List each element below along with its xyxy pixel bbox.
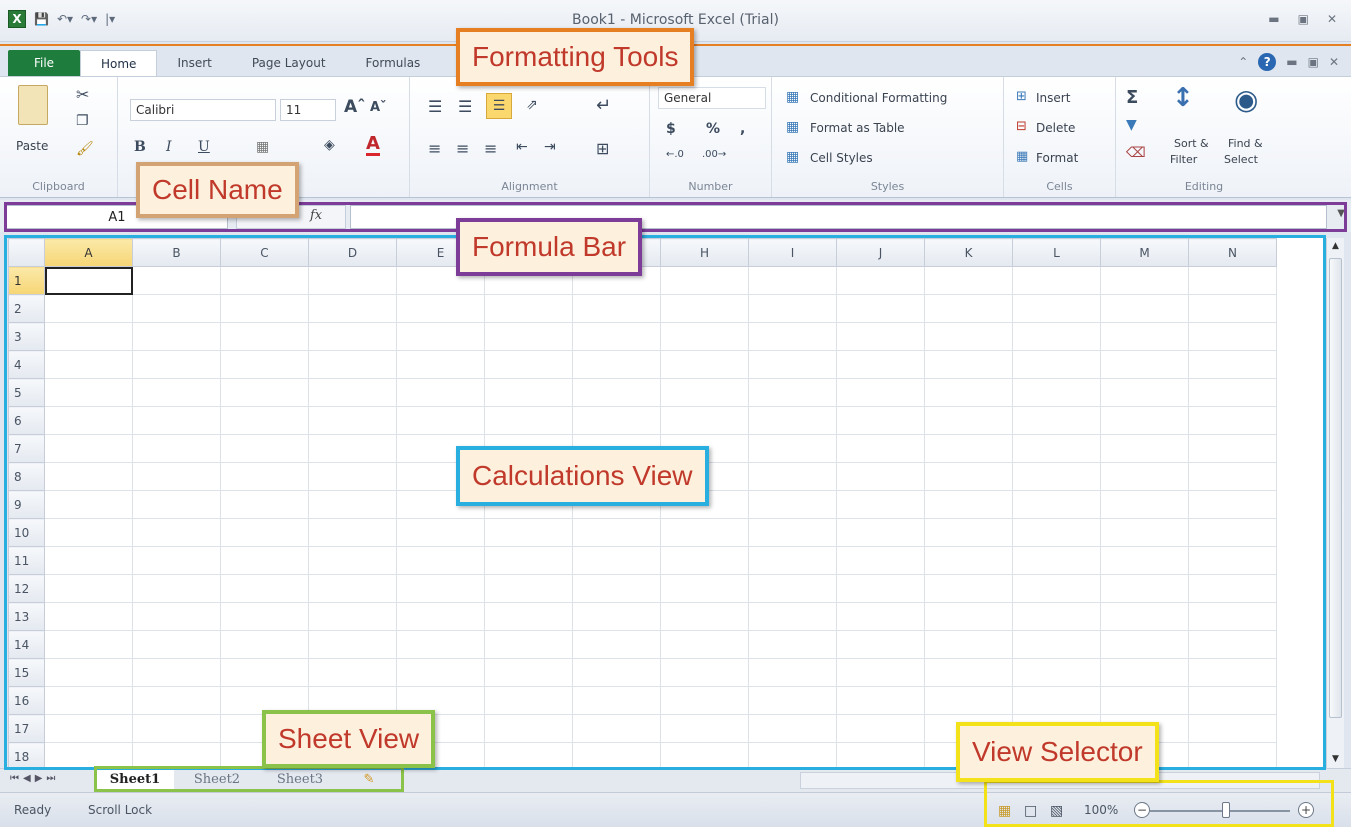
ribbon-controls: ⌃ ? ▬ ▣ ✕ <box>1238 53 1339 71</box>
view-selector-frame <box>984 780 1334 827</box>
vertical-scrollbar[interactable]: ▲ ▼ <box>1326 238 1344 768</box>
orientation-icon[interactable]: ⇗ <box>526 97 538 113</box>
borders-icon[interactable]: ▦ <box>256 139 269 155</box>
copy-icon[interactable]: ❐ <box>76 113 89 129</box>
font-size-select[interactable]: 11 <box>280 99 336 121</box>
select-label[interactable]: Select <box>1224 153 1258 166</box>
editing-group: Σ ▼ ⌫ ↕ Sort & Filter ◉ Find & Select Ed… <box>1116 77 1292 197</box>
format-cells-button[interactable]: Format <box>1036 151 1078 165</box>
tab-file[interactable]: File <box>8 50 80 76</box>
vertical-scroll-thumb[interactable] <box>1329 258 1342 718</box>
decrease-indent-icon[interactable]: ⇤ <box>516 139 528 155</box>
scroll-up-icon[interactable]: ▲ <box>1327 238 1344 255</box>
window-controls: ▬ ▣ ✕ <box>1268 12 1337 26</box>
find-label[interactable]: Find & <box>1228 137 1263 150</box>
align-left-icon[interactable]: ≡ <box>428 139 441 158</box>
filter-label[interactable]: Filter <box>1170 153 1197 166</box>
sort-filter-icon[interactable]: ↕ <box>1172 83 1194 113</box>
clipboard-label: Clipboard <box>32 180 85 193</box>
tab-formulas[interactable]: Formulas <box>346 50 441 76</box>
tab-page-layout[interactable]: Page Layout <box>232 50 346 76</box>
number-format-select[interactable]: General <box>658 87 766 109</box>
grow-font-icon[interactable]: Aˆ <box>344 97 366 117</box>
top-align-icon[interactable]: ☰ <box>428 97 442 116</box>
decrease-decimal-icon[interactable]: .00→ <box>702 149 726 160</box>
middle-align-icon[interactable]: ☰ <box>458 97 472 116</box>
format-painter-icon[interactable]: 🖌 <box>76 141 94 157</box>
underline-icon[interactable]: U <box>198 139 210 155</box>
alignment-group: ☰ ☰ ☰ ⇗ ↵ ≡ ≡ ≡ ⇤ ⇥ ⊞ Alignment <box>410 77 650 197</box>
number-label: Number <box>688 180 733 193</box>
callout-cell-name: Cell Name <box>136 162 299 218</box>
fill-icon[interactable]: ▼ <box>1126 117 1137 133</box>
callout-formula-bar: Formula Bar <box>456 218 643 276</box>
autosum-icon[interactable]: Σ <box>1126 87 1138 108</box>
increase-indent-icon[interactable]: ⇥ <box>544 139 556 155</box>
maximize-icon[interactable]: ▣ <box>1298 12 1309 26</box>
italic-icon[interactable]: I <box>166 139 172 155</box>
currency-icon[interactable]: $ <box>666 121 676 137</box>
align-right-icon[interactable]: ≡ <box>484 139 497 158</box>
sort-label[interactable]: Sort & <box>1174 137 1209 150</box>
scroll-down-icon[interactable]: ▼ <box>1327 751 1344 768</box>
shrink-font-icon[interactable]: Aˇ <box>370 100 387 115</box>
status-ready: Ready <box>14 803 52 817</box>
cells-group: ⊞ Insert ⊟ Delete ▦ Format Cells <box>1004 77 1116 197</box>
align-center-icon[interactable]: ≡ <box>456 139 469 158</box>
alignment-label: Alignment <box>501 180 558 193</box>
doc-minimize-icon[interactable]: ▬ <box>1286 55 1297 69</box>
callout-sheet-view: Sheet View <box>262 710 436 768</box>
cell-styles-icon[interactable]: ▦ <box>786 149 799 165</box>
insert-cells-icon[interactable]: ⊞ <box>1016 89 1027 104</box>
percent-icon[interactable]: % <box>706 121 720 137</box>
cell-styles-button[interactable]: Cell Styles <box>810 151 873 165</box>
format-as-table-icon[interactable]: ▦ <box>786 119 799 135</box>
format-as-table-button[interactable]: Format as Table <box>810 121 905 135</box>
status-scroll-lock: Scroll Lock <box>88 803 153 817</box>
font-color-icon[interactable]: A <box>366 135 380 156</box>
bottom-align-icon[interactable]: ☰ <box>486 93 512 119</box>
doc-close-icon[interactable]: ✕ <box>1329 55 1339 69</box>
minimize-icon[interactable]: ▬ <box>1268 12 1279 26</box>
styles-label: Styles <box>870 180 905 193</box>
editing-label: Editing <box>1184 180 1224 193</box>
clipboard-group: Paste ✂ ❐ 🖌 Clipboard <box>0 77 118 197</box>
find-select-icon[interactable]: ◉ <box>1234 83 1258 116</box>
cells-label: Cells <box>1046 180 1073 193</box>
excel-window: X 💾 ↶▾ ↷▾ |▾ Book1 - Microsoft Excel (Tr… <box>0 0 1351 827</box>
insert-cells-button[interactable]: Insert <box>1036 91 1070 105</box>
collapse-ribbon-icon[interactable]: ⌃ <box>1238 55 1248 69</box>
comma-icon[interactable]: , <box>740 121 745 137</box>
bold-icon[interactable]: B <box>134 139 146 155</box>
conditional-formatting-icon[interactable]: ▦ <box>786 89 799 105</box>
callout-formatting-tools: Formatting Tools <box>456 28 695 86</box>
fill-color-icon[interactable]: ◈ <box>324 137 335 153</box>
tab-insert[interactable]: Insert <box>157 50 231 76</box>
delete-cells-button[interactable]: Delete <box>1036 121 1075 135</box>
font-name-select[interactable]: Calibri <box>130 99 276 121</box>
sheet-view-frame <box>94 766 404 792</box>
increase-decimal-icon[interactable]: ←.0 <box>666 149 684 160</box>
delete-cells-icon[interactable]: ⊟ <box>1016 119 1027 134</box>
clear-icon[interactable]: ⌫ <box>1126 145 1146 161</box>
conditional-formatting-button[interactable]: Conditional Formatting <box>810 91 947 105</box>
styles-group: ▦ Conditional Formatting ▦ Format as Tab… <box>772 77 1004 197</box>
doc-restore-icon[interactable]: ▣ <box>1308 55 1319 69</box>
paste-button[interactable]: Paste <box>16 139 48 153</box>
callout-calculations-view: Calculations View <box>456 446 709 506</box>
callout-view-selector: View Selector <box>956 722 1159 782</box>
window-title: Book1 - Microsoft Excel (Trial) <box>572 12 779 28</box>
close-icon[interactable]: ✕ <box>1327 12 1337 26</box>
help-icon[interactable]: ? <box>1258 53 1277 71</box>
paste-icon[interactable] <box>18 85 48 125</box>
tab-home[interactable]: Home <box>80 50 158 76</box>
number-group: General $ % , ←.0 .00→ Number <box>650 77 772 197</box>
cut-icon[interactable]: ✂ <box>76 85 89 104</box>
format-cells-icon[interactable]: ▦ <box>1016 149 1028 164</box>
wrap-text-icon[interactable]: ↵ <box>596 95 611 116</box>
merge-center-icon[interactable]: ⊞ <box>596 139 609 158</box>
sheet-nav-arrows-icon[interactable]: ⏮◀▶⏭ <box>10 773 59 784</box>
